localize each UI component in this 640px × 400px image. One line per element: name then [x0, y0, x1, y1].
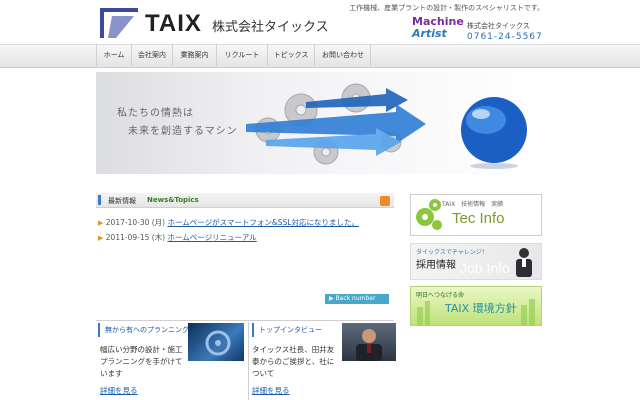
section-divider [96, 320, 394, 321]
nav-company[interactable]: 会社案内 [131, 44, 172, 66]
nav-business[interactable]: 業務案内 [172, 44, 216, 66]
company-name-small: 株式会社タイックス [467, 22, 530, 30]
news-date: 2011-09-15 (木) [105, 233, 166, 242]
gear-icon [416, 199, 442, 230]
tagline: 工作機械、産業プラントの設計・製作のスペシャリストです。 [349, 4, 544, 12]
arrow-icon: ▶ [98, 219, 104, 227]
nav-topics[interactable]: トピックス [267, 44, 314, 66]
news-item: ▶ 2011-09-15 (木) ホームページリニューアル [98, 232, 257, 243]
back-number-label: Back number [335, 295, 376, 302]
interview-heading: トップインタビュー [252, 323, 322, 337]
planning-text-line3: います [100, 369, 123, 378]
column-divider [248, 322, 249, 400]
arrow-icon: ▶ [98, 234, 104, 242]
back-number-button[interactable]: ▶ Back number [325, 294, 389, 304]
badge-line1: Machine [412, 15, 464, 28]
news-link[interactable]: ホームページがスマートフォン&SSL対応になりました。 [168, 218, 359, 227]
interview-text-line2: 泰からのご挨拶と、社に [252, 357, 335, 366]
badge-line2: Artist [412, 27, 447, 40]
hero-line2: 未来を創造するマシン [128, 126, 238, 137]
ceo-photo [342, 323, 396, 361]
rss-icon[interactable] [380, 196, 390, 206]
interview-text-line1: タイックス社長、田井友 [252, 345, 335, 354]
interview-text-line3: ついて [252, 369, 275, 378]
job-info-subtitle: タイックスでチャレンジ！ [416, 249, 488, 256]
news-header [96, 193, 394, 208]
taix-logo-icon[interactable] [98, 6, 140, 40]
person-icon [516, 248, 532, 277]
planning-text-line1: 幅広い分野の設計・施工 [100, 345, 183, 354]
nav-divider [370, 44, 371, 66]
phone-number: 0761-24-5567 [467, 32, 543, 42]
company-name: 株式会社タイックス [212, 20, 329, 35]
nav-contact[interactable]: お問い合わせ [314, 44, 371, 66]
environment-title: TAIX 環境方針 [445, 302, 517, 315]
interview-text: タイックス社長、田井友 泰からのご挨拶と、社に ついて [252, 344, 334, 380]
tec-info-subtitle: TAIX 技術情報 実績 [442, 201, 504, 208]
planning-text: 幅広い分野の設計・施工 プランニングを手がけて います [100, 344, 183, 380]
job-info-title: 採用情報 [416, 260, 456, 271]
news-item: ▶ 2017-10-30 (月) ホームページがスマートフォン&SSL対応になり… [98, 217, 359, 228]
job-info-watermark: Job Info [460, 260, 510, 276]
hero-line1: 私たちの情熱は [117, 108, 194, 119]
play-icon: ▶ [329, 295, 334, 302]
tec-info-title: Tec Info [452, 210, 505, 227]
news-accent [98, 195, 101, 205]
nav-home[interactable]: ホーム [96, 44, 131, 66]
planning-heading: 無から有へのプランニング [98, 323, 189, 337]
environment-subtitle: 明日へつなげる命 [416, 292, 465, 299]
news-title-en: News&Topics [147, 196, 199, 204]
interview-detail-link[interactable]: 詳細を見る [252, 385, 290, 396]
gear-icon [205, 330, 231, 356]
planning-image [188, 323, 244, 361]
planning-text-line2: プランニングを手がけて [100, 357, 183, 366]
machine-artist-logo: Machine Artist [412, 15, 464, 42]
nav-recruit[interactable]: リクルート [216, 44, 267, 66]
news-title: 最新情報 [108, 197, 136, 205]
person-icon [356, 329, 382, 361]
logo-text[interactable]: TAIX [145, 10, 202, 38]
planning-detail-link[interactable]: 詳細を見る [100, 385, 138, 396]
news-link[interactable]: ホームページリニューアル [168, 233, 257, 242]
news-date: 2017-10-30 (月) [105, 218, 166, 227]
